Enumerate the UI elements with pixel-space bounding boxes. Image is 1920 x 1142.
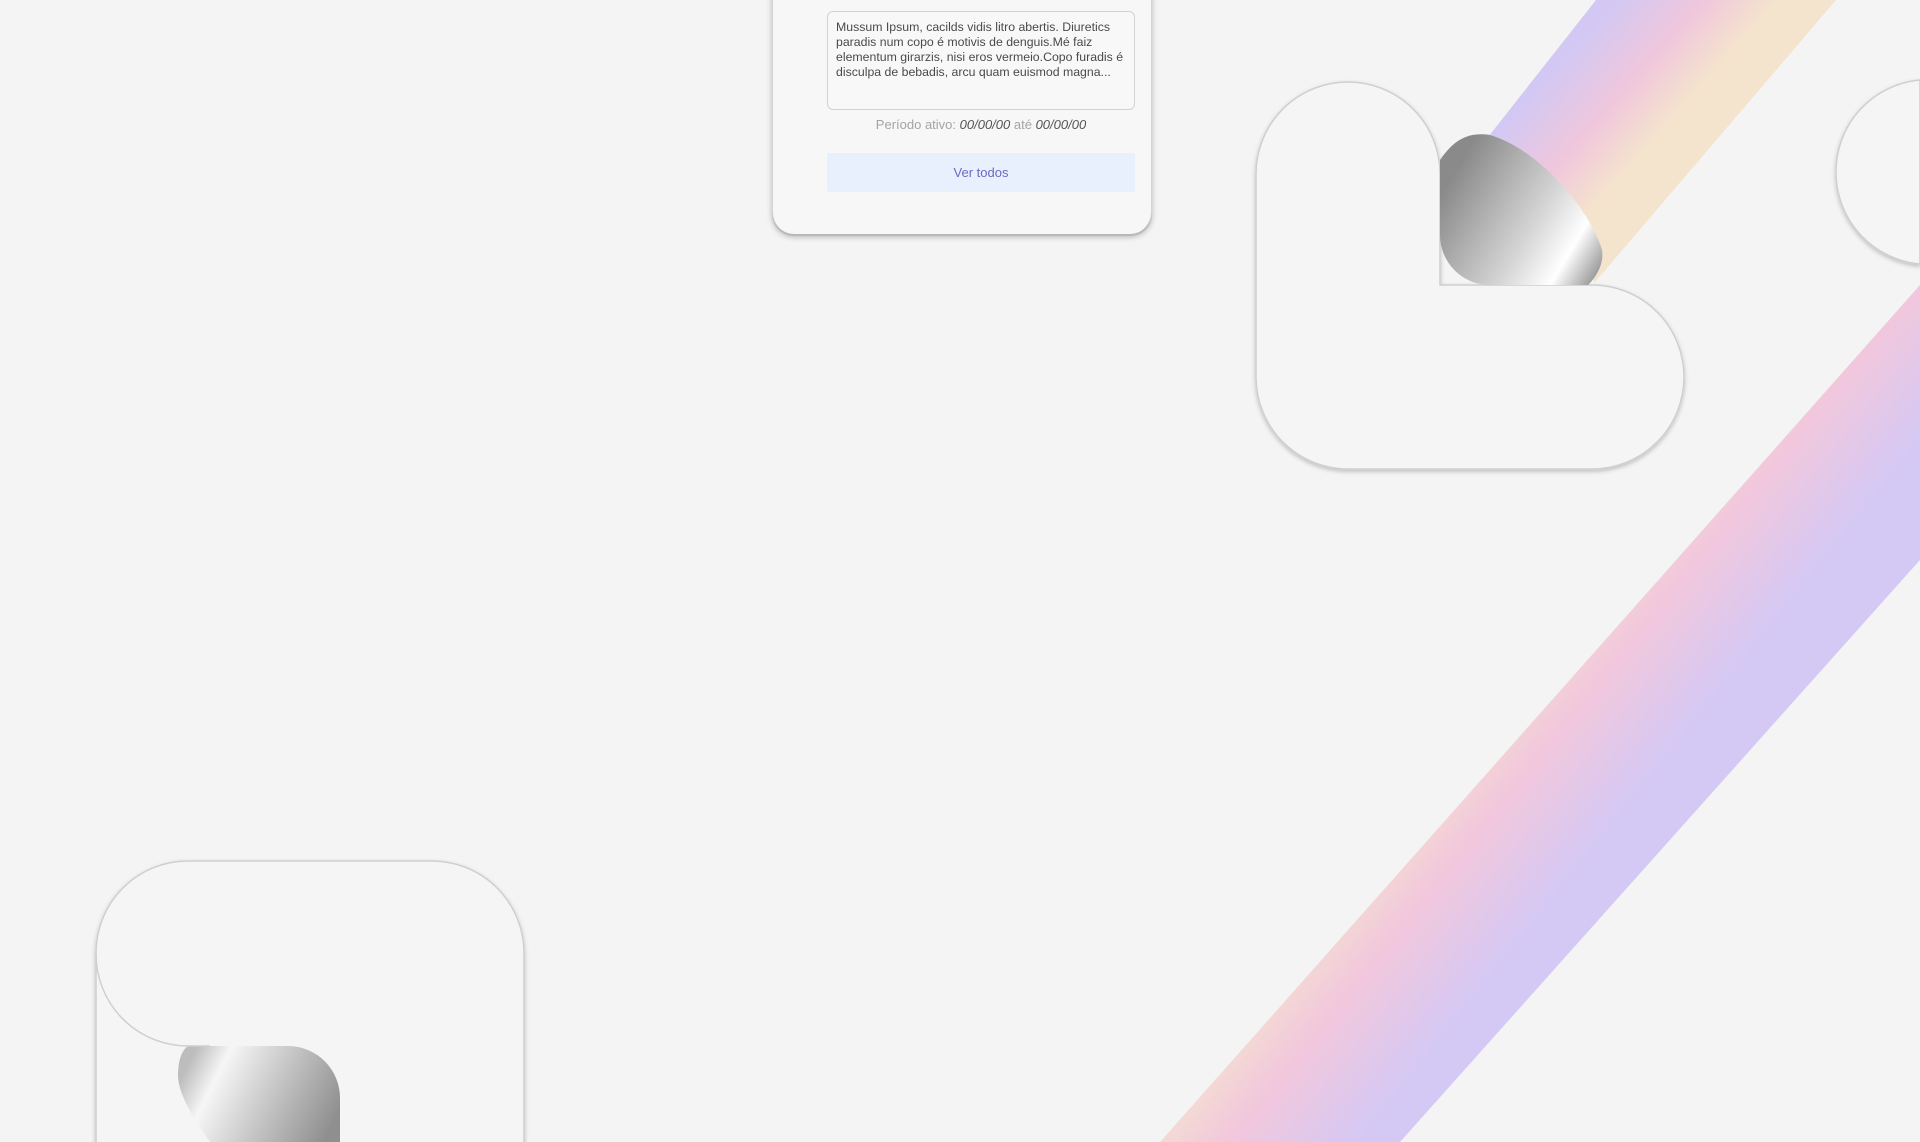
- period-end-date: 00/00/00: [1035, 117, 1087, 132]
- description-text: Mussum Ipsum, cacilds vidis litro aberti…: [827, 11, 1135, 110]
- period-separator: até: [1013, 117, 1032, 132]
- active-period: Período ativo: 00/00/00 até 00/00/00: [827, 117, 1135, 132]
- see-all-button[interactable]: Ver todos: [827, 153, 1135, 192]
- rounded-shape: [1835, 79, 1920, 265]
- period-label: Período ativo:: [875, 117, 957, 132]
- page-canvas: Mussum Ipsum, cacilds vidis litro aberti…: [0, 0, 1920, 1142]
- info-card: Mussum Ipsum, cacilds vidis litro aberti…: [772, 0, 1152, 234]
- page-curl: [178, 1046, 340, 1142]
- period-start-date: 00/00/00: [959, 117, 1011, 132]
